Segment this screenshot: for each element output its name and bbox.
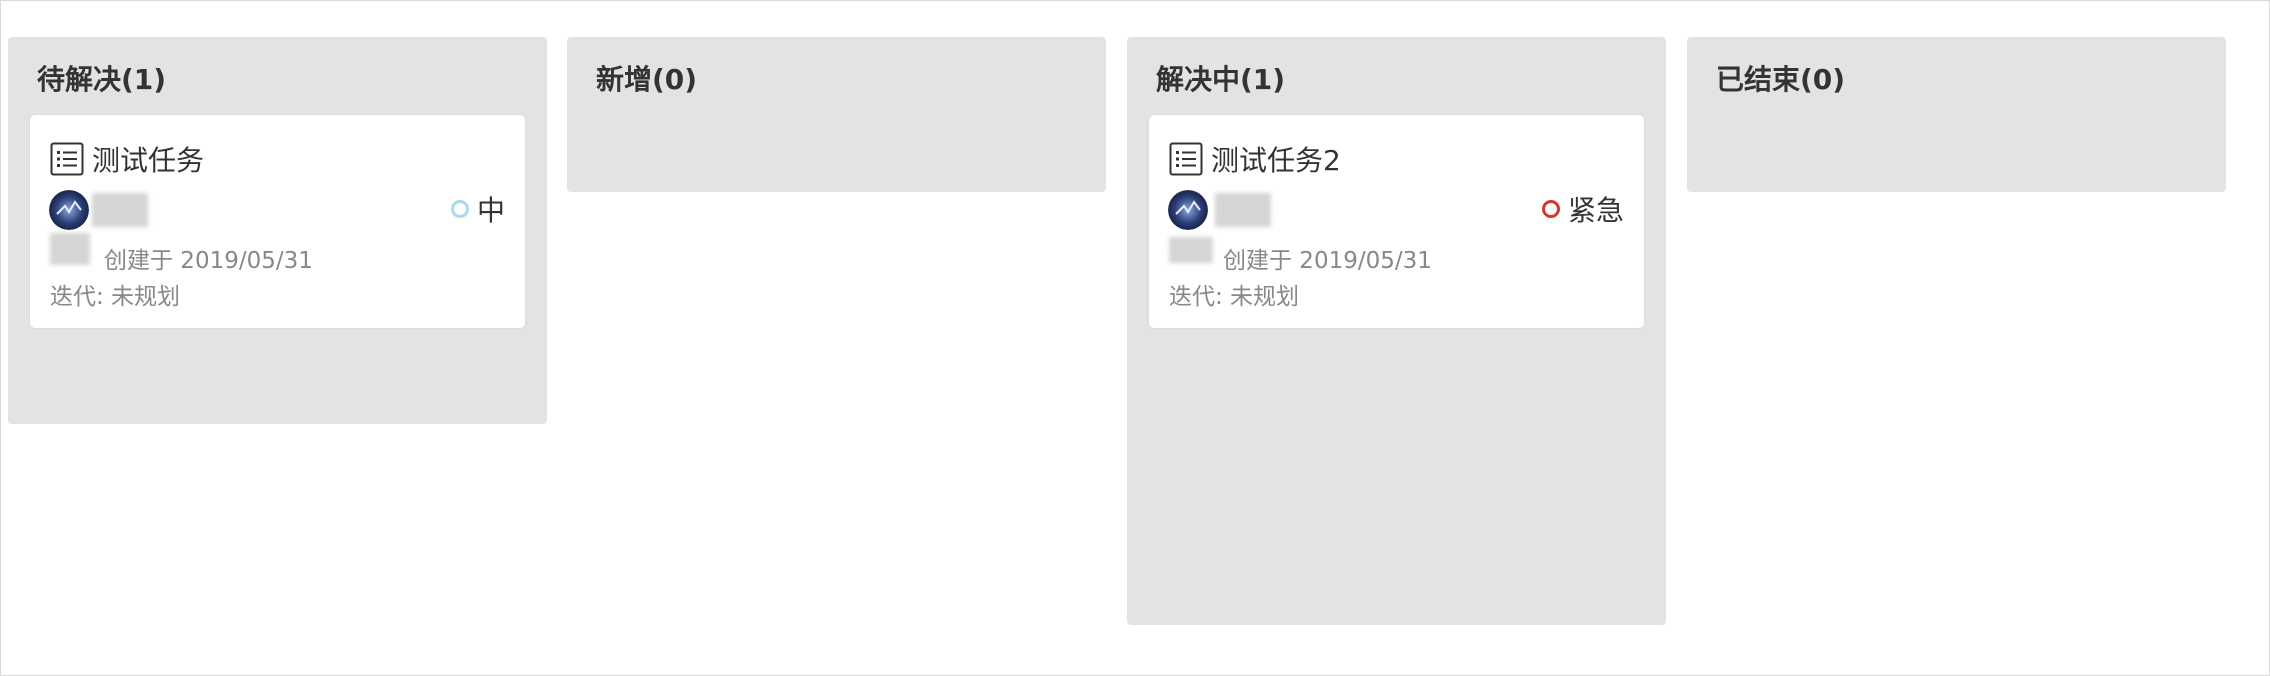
avatar-image [49, 190, 89, 230]
task-list-icon [1169, 142, 1203, 176]
obscured-username-2 [1169, 237, 1213, 263]
priority-label: 紧急 [1567, 194, 1624, 227]
user-avatar[interactable] [1168, 190, 1208, 230]
task-card[interactable]: 测试任务 中 创建于 2019/05/31 迭代: 未规划 [29, 114, 526, 329]
obscured-username [1215, 193, 1271, 227]
task-list-icon [50, 142, 84, 176]
user-avatar[interactable] [49, 190, 89, 230]
column-title: 解决中(1) [1156, 63, 1286, 96]
column-title: 新增(0) [596, 63, 698, 96]
priority-ring-icon [1541, 200, 1560, 218]
obscured-username [92, 193, 148, 227]
task-title[interactable]: 测试任务2 [1211, 139, 1341, 179]
iteration-info: 迭代: 未规划 [50, 284, 181, 310]
obscured-username-2 [50, 233, 90, 265]
column-title: 已结束(0) [1716, 63, 1846, 96]
priority-label: 中 [476, 194, 505, 227]
priority-ring-icon [450, 200, 469, 218]
created-date: 创建于 2019/05/31 [1223, 248, 1432, 274]
iteration-info: 迭代: 未规划 [1169, 284, 1300, 310]
task-card[interactable]: 测试任务2 紧急 创建于 2019/05/31 迭代: 未规划 [1148, 114, 1645, 329]
column-title: 待解决(1) [37, 63, 167, 96]
column-in-progress: 解决中(1) 测试任务2 紧急 创建于 2019/05/31 迭代: 未规划 [1127, 37, 1666, 625]
task-title[interactable]: 测试任务 [92, 139, 204, 179]
created-date: 创建于 2019/05/31 [104, 248, 313, 274]
column-pending: 待解决(1) 测试任务 中 创建于 2019/05/31 迭代: 未规划 [8, 37, 547, 424]
priority-indicator: 中 [450, 189, 505, 229]
column-closed: 已结束(0) [1687, 37, 2226, 192]
avatar-image [1168, 190, 1208, 230]
priority-indicator: 紧急 [1541, 189, 1624, 229]
column-new: 新增(0) [567, 37, 1106, 192]
